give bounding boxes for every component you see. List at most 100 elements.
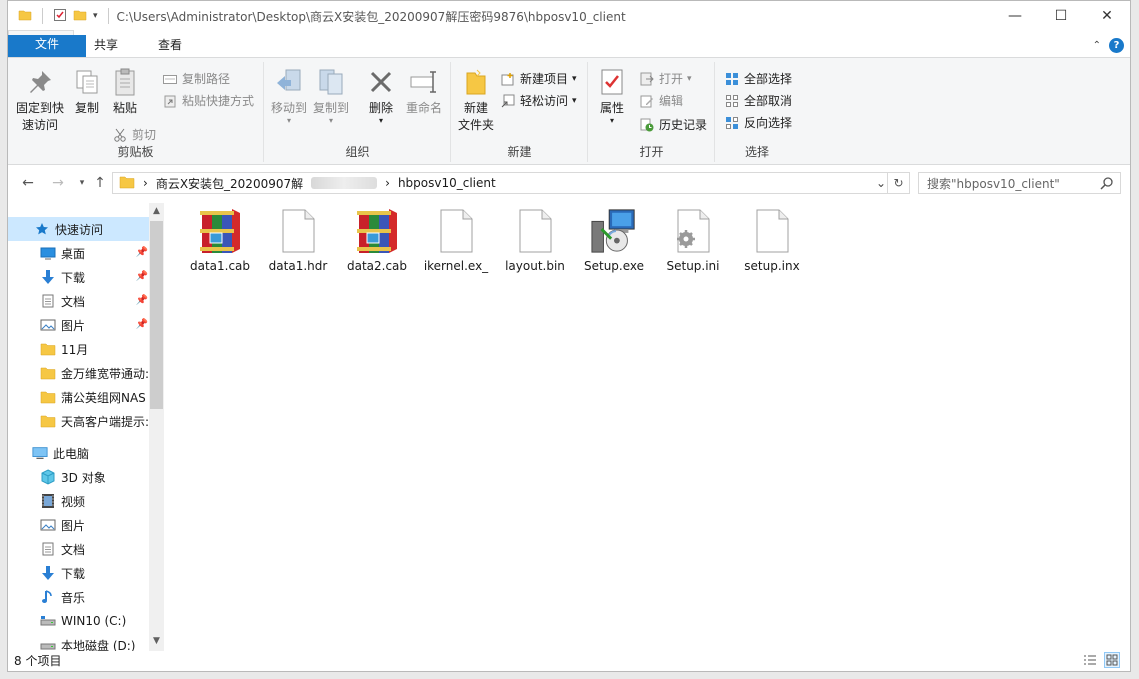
new-folder-button[interactable]: 新建 文件夹: [456, 66, 496, 134]
chevron-down-icon: ▾: [328, 116, 333, 125]
refresh-icon[interactable]: ↻: [888, 172, 910, 194]
help-icon[interactable]: ?: [1109, 38, 1124, 53]
chevron-down-icon[interactable]: ▾: [93, 11, 98, 21]
pin-icon[interactable]: 📌: [136, 271, 148, 282]
address-bar[interactable]: › 商云X安装包_20200907解 › hbposv10_client: [112, 172, 888, 194]
sidebar-item-pictures-pc[interactable]: 图片: [8, 513, 150, 537]
recent-locations-chevron-icon[interactable]: ▾: [72, 173, 92, 193]
pictures-icon: [40, 317, 56, 333]
sidebar-item-videos[interactable]: 视频: [8, 489, 150, 513]
edit-button[interactable]: 编辑: [639, 92, 683, 109]
sidebar-item-downloads-pc[interactable]: 下载: [8, 561, 150, 585]
breadcrumb-current[interactable]: hbposv10_client: [398, 176, 496, 190]
ribbon-tabs: 文件 主页 共享 查看 ⌃ ?: [8, 30, 1130, 59]
search-icon[interactable]: [1100, 176, 1114, 193]
chevron-down-icon: ▾: [609, 116, 614, 125]
properties-button[interactable]: 属性 ▾: [595, 66, 629, 125]
select-group: 全部选择 全部取消 反向选择 选择: [716, 62, 798, 162]
copy-path-button[interactable]: 复制路径: [162, 70, 230, 87]
sidebar-item-quick-access[interactable]: 快速访问: [8, 217, 150, 241]
view-switcher: [1082, 652, 1120, 668]
sidebar-item-this-pc[interactable]: 此电脑: [8, 441, 150, 465]
sidebar-item-music[interactable]: 音乐: [8, 585, 150, 609]
file-name: data1.hdr: [268, 259, 328, 273]
select-all-icon: [724, 71, 740, 87]
3d-objects-icon: [40, 469, 56, 485]
cut-button[interactable]: 剪切: [112, 126, 156, 143]
sidebar-item-folder-11[interactable]: 11月: [8, 337, 150, 361]
pin-icon[interactable]: 📌: [136, 247, 148, 258]
file-item[interactable]: Setup.exe: [575, 207, 653, 279]
sidebar-item-documents-pc[interactable]: 文档: [8, 537, 150, 561]
paste-shortcut-button[interactable]: 粘贴快捷方式: [162, 92, 254, 109]
open-button[interactable]: 打开 ▾: [639, 70, 692, 87]
copy-to-button[interactable]: 复制到 ▾: [311, 66, 351, 125]
easy-access-button[interactable]: 轻松访问 ▾: [500, 92, 577, 109]
sidebar-item-pictures[interactable]: 图片 📌: [8, 313, 150, 337]
large-icons-view-icon[interactable]: [1104, 652, 1120, 668]
copy-icon: [71, 66, 103, 98]
video-icon: [40, 493, 56, 509]
clipboard-icon: [109, 66, 141, 98]
pin-icon[interactable]: 📌: [136, 295, 148, 306]
document-icon: [40, 293, 56, 309]
close-button[interactable]: ✕: [1084, 1, 1130, 31]
properties-check-icon[interactable]: [53, 8, 67, 25]
up-arrow-icon[interactable]: ↑: [90, 173, 110, 193]
invert-selection-button[interactable]: 反向选择: [724, 114, 792, 131]
file-item[interactable]: layout.bin: [496, 207, 574, 279]
back-arrow-icon[interactable]: ←: [18, 173, 38, 193]
title-bar: ▾ C:\Users\Administrator\Desktop\商云X安装包_…: [8, 1, 1130, 31]
file-name: data2.cab: [346, 259, 408, 273]
scroll-up-arrow-icon[interactable]: ▲: [149, 203, 164, 219]
sidebar-item-folder-tiangao[interactable]: 天高客户端提示:: [8, 409, 150, 433]
setup-installer-icon: [590, 207, 638, 255]
file-item[interactable]: Setup.ini: [654, 207, 732, 279]
sidebar-item-folder-jinwanwei[interactable]: 金万维宽带通动:: [8, 361, 150, 385]
copy-path-icon: [162, 71, 178, 87]
search-box[interactable]: 搜索"hbposv10_client": [918, 172, 1121, 194]
sidebar-item-desktop[interactable]: 桌面 📌: [8, 241, 150, 265]
tab-view[interactable]: 查看: [138, 31, 202, 57]
sidebar-item-downloads[interactable]: 下载 📌: [8, 265, 150, 289]
sidebar-item-documents[interactable]: 文档 📌: [8, 289, 150, 313]
sidebar-item-folder-pugongying[interactable]: 蒲公英组网NAS: [8, 385, 150, 409]
copy-button[interactable]: 复制: [70, 66, 104, 117]
tab-file[interactable]: 文件: [8, 35, 86, 59]
explorer-window: ▾ C:\Users\Administrator\Desktop\商云X安装包_…: [7, 0, 1131, 672]
history-button[interactable]: 历史记录: [639, 116, 707, 133]
document-icon: [40, 541, 56, 557]
sidebar-item-drive-c[interactable]: WIN10 (C:): [8, 609, 150, 633]
move-to-button[interactable]: 移动到 ▾: [269, 66, 309, 125]
file-item[interactable]: setup.inx: [733, 207, 811, 279]
chevron-up-icon[interactable]: ⌃: [1093, 40, 1101, 51]
sidebar-item-3d-objects[interactable]: 3D 对象: [8, 465, 150, 489]
group-label: 组织: [345, 145, 370, 159]
blank-file-icon: [511, 207, 559, 255]
maximize-button[interactable]: ☐: [1038, 1, 1084, 31]
chevron-down-icon: ▾: [572, 73, 577, 84]
sidebar-scrollbar[interactable]: ▲ ▼: [149, 203, 164, 651]
file-item[interactable]: data1.cab: [181, 207, 259, 279]
details-view-icon[interactable]: [1082, 652, 1098, 668]
new-folder-quick-icon[interactable]: [73, 8, 87, 25]
delete-button[interactable]: 删除 ▾: [365, 66, 397, 125]
file-item[interactable]: ikernel.ex_: [417, 207, 495, 279]
minimize-button[interactable]: —: [992, 1, 1038, 31]
scroll-thumb[interactable]: [150, 221, 163, 409]
paste-shortcut-icon: [162, 93, 178, 109]
paste-button[interactable]: 粘贴: [108, 66, 142, 117]
select-none-button[interactable]: 全部取消: [724, 92, 792, 109]
pin-icon[interactable]: 📌: [136, 319, 148, 330]
file-item[interactable]: data1.hdr: [259, 207, 337, 279]
search-input[interactable]: 搜索"hbposv10_client": [927, 175, 1060, 192]
select-all-button[interactable]: 全部选择: [724, 70, 792, 87]
breadcrumb-parent[interactable]: 商云X安装包_20200907解: [156, 175, 303, 192]
rename-button[interactable]: 重命名: [403, 66, 445, 117]
download-icon: [40, 269, 56, 285]
new-item-button[interactable]: 新建项目 ▾: [500, 70, 577, 87]
file-item[interactable]: data2.cab: [338, 207, 416, 279]
scroll-down-arrow-icon[interactable]: ▼: [149, 633, 164, 649]
forward-arrow-icon[interactable]: →: [48, 173, 68, 193]
pin-quick-access-button[interactable]: 固定到快 速访问: [14, 66, 66, 134]
